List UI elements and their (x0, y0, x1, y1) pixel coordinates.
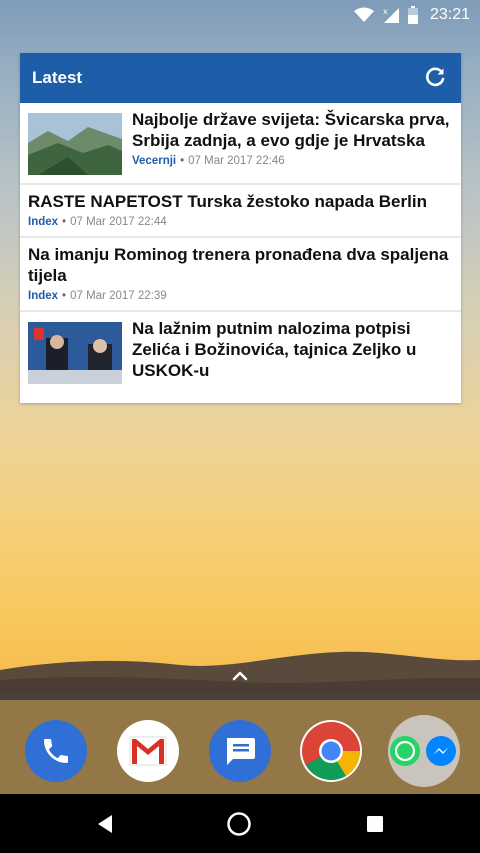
news-time: 07 Mar 2017 22:46 (188, 155, 285, 167)
news-body: RASTE NAPETOST Turska žestoko napada Ber… (28, 191, 453, 228)
list-item[interactable]: RASTE NAPETOST Turska žestoko napada Ber… (20, 185, 461, 236)
news-source: Index (28, 216, 59, 228)
list-item[interactable]: Najbolje države svijeta: Švicarska prva,… (20, 103, 461, 183)
list-item[interactable]: Na imanju Rominog trenera pronađena dva … (20, 238, 461, 310)
app-folder[interactable] (388, 715, 460, 787)
phone-app-icon[interactable] (25, 720, 87, 782)
phone-icon (44, 739, 68, 763)
news-source: Vecernji (132, 155, 177, 167)
news-meta: Vecernji • 07 Mar 2017 22:46 (132, 155, 285, 167)
wifi-icon (353, 7, 374, 22)
news-headline: Na imanju Rominog trenera pronađena dva … (28, 245, 449, 285)
chrome-app-icon[interactable] (300, 720, 362, 782)
messages-app-icon[interactable] (209, 720, 271, 782)
recents-icon[interactable] (366, 815, 384, 833)
news-source: Index (28, 290, 59, 302)
news-meta: Index • 07 Mar 2017 22:44 (28, 216, 167, 228)
news-headline: Najbolje države svijeta: Švicarska prva,… (132, 110, 450, 150)
back-icon[interactable] (96, 814, 114, 834)
news-thumbnail-image (28, 113, 122, 175)
battery-icon (407, 6, 418, 24)
news-headline: Na lažnim putnim nalozima potpisi Zelića… (132, 319, 417, 380)
news-meta: Index • 07 Mar 2017 22:39 (28, 290, 167, 302)
news-body: Na imanju Rominog trenera pronađena dva … (28, 244, 453, 302)
news-list: Najbolje države svijeta: Švicarska prva,… (20, 103, 461, 392)
whatsapp-messenger-folder-icon (390, 736, 456, 766)
gmail-app-icon[interactable] (117, 720, 179, 782)
list-item[interactable]: Na lažnim putnim nalozima potpisi Zelića… (20, 312, 461, 392)
refresh-icon[interactable] (423, 66, 447, 90)
gmail-icon (129, 736, 167, 766)
widget-title: Latest (32, 68, 83, 87)
news-widget[interactable]: Latest Najbolje države svijeta: Švicarsk… (20, 53, 461, 403)
status-bar: x 23:21 (0, 0, 480, 30)
news-time: 07 Mar 2017 22:44 (70, 216, 167, 228)
cellular-signal-icon: x (383, 7, 399, 23)
news-headline: RASTE NAPETOST Turska žestoko napada Ber… (28, 192, 427, 211)
svg-text:x: x (383, 7, 388, 16)
status-time: 23:21 (429, 6, 470, 23)
news-thumbnail-image (28, 322, 122, 384)
news-body: Na lažnim putnim nalozima potpisi Zelića… (132, 318, 453, 384)
news-body: Najbolje države svijeta: Švicarska prva,… (132, 109, 453, 175)
news-time: 07 Mar 2017 22:39 (70, 290, 167, 302)
app-drawer-chevron-icon[interactable] (228, 664, 252, 688)
home-icon[interactable] (226, 811, 252, 837)
messages-icon (227, 738, 255, 765)
chrome-icon (302, 722, 361, 780)
widget-header: Latest (20, 53, 461, 103)
